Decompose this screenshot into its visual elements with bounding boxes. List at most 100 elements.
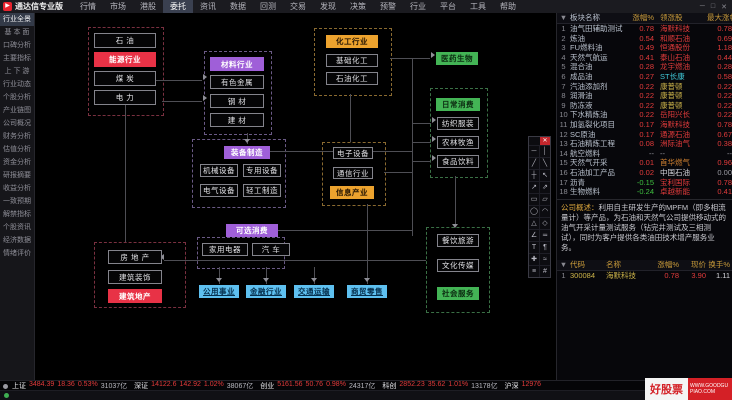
draw-tool-icon[interactable]: # — [540, 265, 550, 277]
industry-node[interactable]: 公用事业 — [199, 285, 239, 298]
sector-row[interactable]: 12SC原油0.17通源石油0.67 — [557, 130, 732, 140]
draw-tool-icon[interactable]: ↖ — [540, 169, 550, 181]
column-header[interactable]: 领涨股 — [656, 13, 707, 23]
sector-row[interactable]: 17沥青-0.15宝利国际0.78 — [557, 178, 732, 188]
industry-node[interactable]: 建 材 — [210, 113, 264, 127]
sector-row[interactable]: 2炼油0.54和顺石油0.69 — [557, 34, 732, 44]
menu-item[interactable]: 资讯 — [193, 0, 223, 13]
draw-tool-icon[interactable]: ▱ — [540, 193, 550, 205]
sector-row[interactable]: 13石油精炼工程0.08洲际油气0.38 — [557, 139, 732, 149]
draw-tool-icon[interactable]: ∠ — [529, 229, 540, 241]
minimize-icon[interactable]: ─ — [700, 3, 705, 11]
column-header[interactable]: 换手% — [706, 260, 730, 270]
sector-row[interactable]: 3FU燃料油0.49恒通股份1.18 — [557, 43, 732, 53]
column-header[interactable]: 最大涨幅 — [707, 13, 732, 23]
menu-item[interactable]: 市场 — [103, 0, 133, 13]
draw-tool-icon[interactable]: ✚ — [529, 253, 540, 265]
sector-row[interactable]: 4天然气航运0.41泰山石油0.44 — [557, 53, 732, 63]
industry-node[interactable]: 通信行业 — [333, 167, 373, 179]
industry-node[interactable]: 社会服务 — [437, 287, 479, 300]
industry-node[interactable]: 汽 车 — [252, 243, 290, 256]
draw-tool-icon[interactable]: ╱ — [529, 157, 540, 169]
industry-node[interactable]: 农林牧渔 — [437, 136, 479, 149]
sidebar-item[interactable]: 一致预期 — [0, 195, 34, 208]
industry-node[interactable]: 纺织服装 — [437, 117, 479, 130]
industry-node[interactable]: 石油化工 — [326, 72, 378, 85]
sector-row[interactable]: 9防冻液0.22康普顿0.22 — [557, 101, 732, 111]
menu-item[interactable]: 数据 — [223, 0, 253, 13]
sidebar-item[interactable]: 主要指标 — [0, 52, 34, 65]
industry-node[interactable]: 商贸零售 — [347, 285, 387, 298]
draw-tool-icon[interactable]: ─ — [529, 145, 540, 157]
industry-node[interactable]: 日常消费 — [436, 98, 480, 111]
column-header[interactable]: 现价 — [679, 260, 706, 270]
industry-node[interactable]: 钢 材 — [210, 94, 264, 108]
sort-icon[interactable]: ▼ — [557, 260, 570, 270]
sidebar-item[interactable]: 上 下 游 — [0, 65, 34, 78]
sidebar-item[interactable]: 财务分析 — [0, 130, 34, 143]
industry-node[interactable]: 金融行业 — [246, 285, 286, 298]
industry-node[interactable]: 电 力 — [94, 90, 156, 105]
industry-node[interactable]: 交通运输 — [294, 285, 334, 298]
industry-node[interactable]: 信息产业 — [330, 186, 374, 199]
sidebar-item[interactable]: 经济数据 — [0, 234, 34, 247]
sidebar-item[interactable]: 产业链图 — [0, 104, 34, 117]
menu-item[interactable]: 回测 — [253, 0, 283, 13]
sort-icon[interactable]: ▼ — [557, 13, 570, 23]
menu-item[interactable]: 发现 — [313, 0, 343, 13]
sector-row[interactable]: 10下水精炼油0.22岳阳兴长0.22 — [557, 110, 732, 120]
sector-row[interactable]: 8润滑油0.22康普顿0.22 — [557, 91, 732, 101]
sector-row[interactable]: 7汽油添加剂0.22康普顿0.22 — [557, 82, 732, 92]
sidebar-item[interactable]: 个股资讯 — [0, 221, 34, 234]
sidebar-item[interactable]: 基 本 面 — [0, 26, 34, 39]
column-header[interactable]: 板块名称 — [570, 13, 627, 23]
sector-row[interactable]: 16石油加工产品0.02中国石油0.00 — [557, 168, 732, 178]
sector-row[interactable]: 14航空燃料------ — [557, 149, 732, 159]
sidebar-item[interactable]: 收益分析 — [0, 182, 34, 195]
sidebar-item[interactable]: 行业动态 — [0, 78, 34, 91]
draw-tool-icon[interactable]: ¶ — [540, 241, 550, 253]
close-window-icon[interactable]: ✕ — [721, 3, 727, 11]
draw-tool-icon[interactable]: │ — [540, 145, 550, 157]
sidebar-item[interactable]: 公司概况 — [0, 117, 34, 130]
menu-item[interactable]: 帮助 — [493, 0, 523, 13]
menu-item[interactable]: 平台 — [433, 0, 463, 13]
industry-node[interactable]: 餐饮旅游 — [437, 234, 479, 247]
sidebar-item[interactable]: 研报摘要 — [0, 169, 34, 182]
industry-node[interactable]: 建筑装饰 — [108, 270, 162, 284]
industry-node[interactable]: 电子设备 — [333, 147, 373, 159]
industry-node[interactable]: 化工行业 — [326, 35, 378, 48]
industry-node[interactable]: 可选消费 — [226, 224, 278, 237]
sidebar-item[interactable]: 口碑分析 — [0, 39, 34, 52]
column-header[interactable]: 涨幅% — [627, 13, 656, 23]
industry-node[interactable]: 装备制造 — [224, 146, 270, 159]
column-header[interactable]: 涨幅% — [652, 260, 679, 270]
menu-item[interactable]: 行业 — [403, 0, 433, 13]
industry-node[interactable]: 专用设备 — [243, 164, 281, 177]
menu-item[interactable]: 决策 — [343, 0, 373, 13]
draw-tool-icon[interactable]: ≂ — [540, 229, 550, 241]
sidebar-item[interactable]: 情绪评价 — [0, 247, 34, 260]
menu-item[interactable]: 预警 — [373, 0, 403, 13]
close-icon[interactable]: ✕ — [540, 137, 550, 145]
industry-node[interactable]: 有色金属 — [210, 75, 264, 89]
draw-tool-icon[interactable]: ↗ — [529, 181, 540, 193]
menu-item[interactable]: 港股 — [133, 0, 163, 13]
sidebar-item[interactable]: 个股分析 — [0, 91, 34, 104]
industry-node[interactable]: 机械设备 — [200, 164, 238, 177]
draw-tool-icon[interactable]: ╲ — [540, 157, 550, 169]
industry-node[interactable]: 能源行业 — [94, 52, 156, 67]
industry-node[interactable]: 医药生物 — [436, 52, 478, 65]
industry-node[interactable]: 材料行业 — [210, 57, 264, 71]
draw-tool-icon[interactable]: ≈ — [540, 253, 550, 265]
draw-tool-icon[interactable]: ◠ — [540, 205, 550, 217]
draw-tool-icon[interactable]: △ — [529, 217, 540, 229]
industry-node[interactable]: 石 油 — [94, 33, 156, 48]
draw-tool-icon[interactable]: T — [529, 241, 540, 253]
menu-item[interactable]: 委托 — [163, 0, 193, 13]
sidebar-item[interactable]: 估值分析 — [0, 143, 34, 156]
industry-node[interactable]: 食品饮料 — [437, 155, 479, 168]
sidebar-item[interactable]: 资金分析 — [0, 156, 34, 169]
industry-node[interactable]: 电气设备 — [200, 184, 238, 197]
draw-tool-icon[interactable]: ┼ — [529, 169, 540, 181]
